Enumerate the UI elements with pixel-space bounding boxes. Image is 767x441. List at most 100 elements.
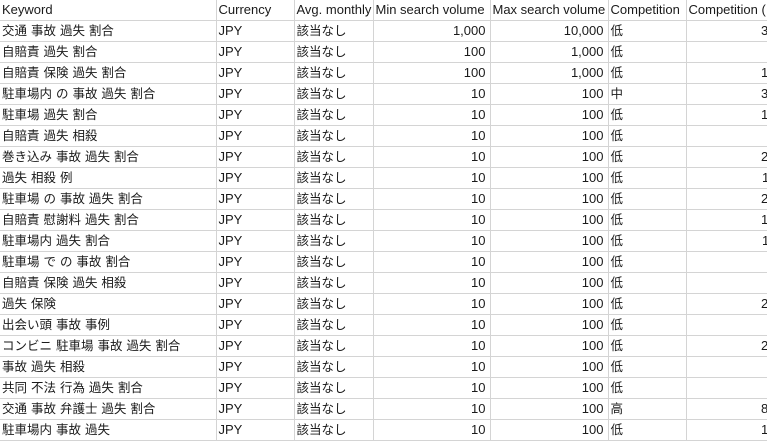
keyword-cell[interactable]: 自賠責 保険 過失 割合 [0, 62, 217, 84]
currency-cell[interactable]: JPY [216, 272, 295, 294]
competition-cell[interactable]: 低 [608, 314, 687, 336]
max-volume-cell[interactable]: 100 [490, 146, 609, 168]
competition-cell[interactable]: 低 [608, 293, 687, 315]
keyword-cell[interactable]: 駐車場内 過失 割合 [0, 230, 217, 252]
keyword-cell[interactable]: 過失 保険 [0, 293, 217, 315]
max-volume-cell[interactable]: 100 [490, 356, 609, 378]
competition-cell[interactable]: 低 [608, 167, 687, 189]
min-volume-cell[interactable]: 10 [373, 209, 491, 231]
max-volume-cell[interactable]: 100 [490, 230, 609, 252]
competition-index-cell[interactable]: 5 [686, 251, 767, 273]
header-max-search-volume[interactable]: Max search volume [490, 0, 609, 21]
avg-monthly-cell[interactable]: 該当なし [294, 293, 374, 315]
max-volume-cell[interactable]: 1,000 [490, 41, 609, 63]
keyword-cell[interactable]: 交通 事故 過失 割合 [0, 20, 217, 42]
competition-index-cell[interactable]: 2 [686, 377, 767, 399]
avg-monthly-cell[interactable]: 該当なし [294, 83, 374, 105]
competition-index-cell[interactable]: 11 [686, 167, 767, 189]
max-volume-cell[interactable]: 100 [490, 398, 609, 420]
currency-cell[interactable]: JPY [216, 41, 295, 63]
min-volume-cell[interactable]: 100 [373, 41, 491, 63]
keyword-cell[interactable]: 駐車場 過失 割合 [0, 104, 217, 126]
header-min-search-volume[interactable]: Min search volume [373, 0, 491, 21]
avg-monthly-cell[interactable]: 該当なし [294, 251, 374, 273]
keyword-cell[interactable]: 駐車場内 事故 過失 [0, 419, 217, 441]
currency-cell[interactable]: JPY [216, 146, 295, 168]
min-volume-cell[interactable]: 10 [373, 251, 491, 273]
competition-index-cell[interactable]: 36 [686, 83, 767, 105]
max-volume-cell[interactable]: 100 [490, 272, 609, 294]
header-competition[interactable]: Competition [608, 0, 687, 21]
competition-index-cell[interactable]: 1 [686, 125, 767, 147]
competition-index-cell[interactable]: 23 [686, 146, 767, 168]
max-volume-cell[interactable]: 100 [490, 188, 609, 210]
competition-cell[interactable]: 低 [608, 251, 687, 273]
competition-index-cell[interactable]: 10 [686, 104, 767, 126]
competition-index-cell[interactable]: 17 [686, 209, 767, 231]
min-volume-cell[interactable]: 10 [373, 293, 491, 315]
keyword-cell[interactable]: 共同 不法 行為 過失 割合 [0, 377, 217, 399]
keyword-cell[interactable]: 自賠責 保険 過失 相殺 [0, 272, 217, 294]
max-volume-cell[interactable]: 1,000 [490, 62, 609, 84]
keyword-cell[interactable]: 自賠責 慰謝料 過失 割合 [0, 209, 217, 231]
competition-cell[interactable]: 高 [608, 398, 687, 420]
competition-cell[interactable]: 低 [608, 335, 687, 357]
competition-cell[interactable]: 低 [608, 125, 687, 147]
min-volume-cell[interactable]: 10 [373, 377, 491, 399]
keyword-cell[interactable]: 過失 相殺 例 [0, 167, 217, 189]
currency-cell[interactable]: JPY [216, 419, 295, 441]
avg-monthly-cell[interactable]: 該当なし [294, 146, 374, 168]
currency-cell[interactable]: JPY [216, 356, 295, 378]
max-volume-cell[interactable]: 100 [490, 83, 609, 105]
min-volume-cell[interactable]: 100 [373, 62, 491, 84]
competition-index-cell[interactable]: 27 [686, 335, 767, 357]
currency-cell[interactable]: JPY [216, 125, 295, 147]
currency-cell[interactable]: JPY [216, 209, 295, 231]
currency-cell[interactable]: JPY [216, 230, 295, 252]
avg-monthly-cell[interactable]: 該当なし [294, 398, 374, 420]
max-volume-cell[interactable]: 10,000 [490, 20, 609, 42]
currency-cell[interactable]: JPY [216, 398, 295, 420]
competition-index-cell[interactable]: 87 [686, 398, 767, 420]
avg-monthly-cell[interactable]: 該当なし [294, 419, 374, 441]
avg-monthly-cell[interactable]: 該当なし [294, 356, 374, 378]
avg-monthly-cell[interactable]: 該当なし [294, 167, 374, 189]
max-volume-cell[interactable]: 100 [490, 314, 609, 336]
keyword-cell[interactable]: 駐車場内 の 事故 過失 割合 [0, 83, 217, 105]
min-volume-cell[interactable]: 10 [373, 83, 491, 105]
competition-index-cell[interactable]: 24 [686, 293, 767, 315]
competition-cell[interactable]: 低 [608, 104, 687, 126]
avg-monthly-cell[interactable]: 該当なし [294, 230, 374, 252]
keyword-cell[interactable]: 出会い頭 事故 事例 [0, 314, 217, 336]
competition-cell[interactable]: 低 [608, 41, 687, 63]
competition-index-cell[interactable]: 8 [686, 356, 767, 378]
competition-cell[interactable]: 低 [608, 209, 687, 231]
competition-index-cell[interactable]: 9 [686, 41, 767, 63]
currency-cell[interactable]: JPY [216, 167, 295, 189]
header-keyword[interactable]: Keyword [0, 0, 217, 21]
currency-cell[interactable]: JPY [216, 83, 295, 105]
avg-monthly-cell[interactable]: 該当なし [294, 314, 374, 336]
competition-index-cell[interactable]: 17 [686, 62, 767, 84]
keyword-cell[interactable]: 駐車場 で の 事故 割合 [0, 251, 217, 273]
min-volume-cell[interactable]: 10 [373, 272, 491, 294]
avg-monthly-cell[interactable]: 該当なし [294, 209, 374, 231]
header-currency[interactable]: Currency [216, 0, 295, 21]
keyword-cell[interactable]: コンビニ 駐車場 事故 過失 割合 [0, 335, 217, 357]
competition-cell[interactable]: 低 [608, 272, 687, 294]
avg-monthly-cell[interactable]: 該当なし [294, 62, 374, 84]
currency-cell[interactable]: JPY [216, 377, 295, 399]
competition-cell[interactable]: 中 [608, 83, 687, 105]
max-volume-cell[interactable]: 100 [490, 104, 609, 126]
min-volume-cell[interactable]: 10 [373, 167, 491, 189]
avg-monthly-cell[interactable]: 該当なし [294, 20, 374, 42]
min-volume-cell[interactable]: 10 [373, 335, 491, 357]
min-volume-cell[interactable]: 10 [373, 356, 491, 378]
max-volume-cell[interactable]: 100 [490, 209, 609, 231]
competition-index-cell[interactable]: 6 [686, 272, 767, 294]
avg-monthly-cell[interactable]: 該当なし [294, 188, 374, 210]
max-volume-cell[interactable]: 100 [490, 419, 609, 441]
competition-cell[interactable]: 低 [608, 20, 687, 42]
currency-cell[interactable]: JPY [216, 251, 295, 273]
currency-cell[interactable]: JPY [216, 293, 295, 315]
